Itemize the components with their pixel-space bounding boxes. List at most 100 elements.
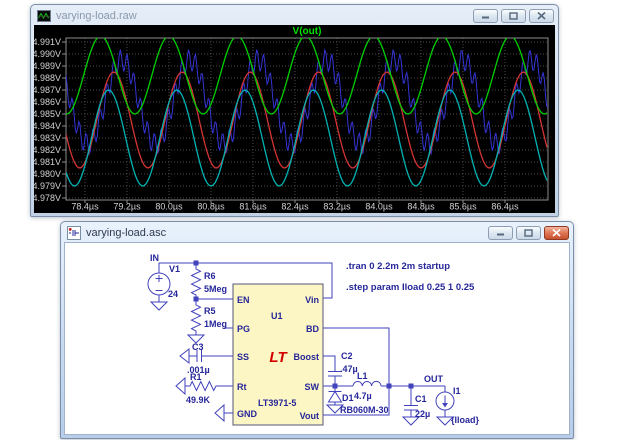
spice-directive-step[interactable]: .step param Iload 0.25 1 0.25 — [346, 282, 475, 293]
r1-value: 49.9K — [186, 395, 211, 405]
pin-pg: PG — [237, 324, 250, 334]
svg-text:79.2µs: 79.2µs — [113, 202, 141, 212]
pin-vin: Vin — [305, 295, 319, 305]
u1-part: LT3971-5 — [258, 398, 296, 408]
spice-directive-tran[interactable]: .tran 0 2.2m 2m startup — [346, 261, 450, 272]
d1-value: RB060M-30 — [340, 405, 389, 415]
component-r6[interactable]: R6 5Meg — [192, 263, 228, 299]
svg-text:4.990V: 4.990V — [34, 49, 61, 59]
pin-sw: SW — [305, 382, 320, 392]
svg-text:4.978V: 4.978V — [34, 193, 61, 203]
waveform-plot[interactable]: V(out) 78.4µs 79.2µs 80.0µs 80.8µs 81.6µs 82.… — [34, 25, 555, 212]
svg-text:78.4µs: 78.4µs — [71, 202, 99, 212]
svg-text:4.983V: 4.983V — [34, 133, 61, 143]
c2-ref: C2 — [341, 351, 353, 361]
schematic[interactable]: IN V1 24 R6 5Meg R5 1Meg — [64, 242, 570, 435]
component-u1[interactable]: U1 LT LT3971-5 EN PG SS Rt GND Vin BD Bo… — [233, 284, 323, 425]
pin-vout: Vout — [300, 411, 319, 421]
window-schematic-editor[interactable]: varying-load.asc — [60, 221, 574, 439]
minimize-button[interactable] — [488, 226, 513, 240]
svg-text:4.986V: 4.986V — [34, 97, 61, 107]
component-v1[interactable]: IN V1 24 — [148, 253, 180, 310]
schematic-document-icon[interactable] — [67, 226, 81, 240]
maximize-icon — [524, 229, 533, 237]
l1-value: 4.7µ — [354, 391, 372, 401]
svg-text:4.980V: 4.980V — [34, 169, 61, 179]
minimize-icon — [481, 12, 490, 19]
minimize-icon — [496, 229, 505, 236]
svg-text:86.4µs: 86.4µs — [491, 202, 519, 212]
component-r1[interactable]: R1 49.9K — [176, 372, 233, 405]
close-button[interactable] — [544, 226, 569, 240]
svg-text:4.988V: 4.988V — [34, 73, 61, 83]
svg-text:4.987V: 4.987V — [34, 85, 61, 95]
svg-text:85.6µs: 85.6µs — [449, 202, 477, 212]
r1-ref: R1 — [190, 372, 202, 382]
trace-v-out--iload=0.75 — [66, 72, 547, 168]
schematic-canvas[interactable]: IN V1 24 R6 5Meg R5 1Meg — [64, 242, 570, 435]
component-c1[interactable]: C1 22µ — [403, 386, 430, 425]
axis-labels: 78.4µs 79.2µs 80.0µs 80.8µs 81.6µs 82.4µs 83.2… — [34, 37, 519, 212]
c1-ref: C1 — [415, 394, 427, 404]
r6-ref: R6 — [204, 271, 216, 281]
maximize-button[interactable] — [516, 226, 541, 240]
component-l1[interactable]: L1 4.7µ — [353, 371, 381, 401]
r5-ref: R5 — [204, 306, 216, 316]
lt-logo: LT — [269, 349, 288, 366]
svg-text:84.0µs: 84.0µs — [365, 202, 393, 212]
component-r5[interactable]: R5 1Meg — [188, 299, 227, 343]
waveform-traces — [66, 36, 548, 186]
schematic-titlebar[interactable]: varying-load.asc — [61, 222, 573, 242]
svg-text:84.8µs: 84.8µs — [407, 202, 435, 212]
maximize-icon — [509, 12, 518, 20]
svg-text:82.4µs: 82.4µs — [281, 202, 309, 212]
waveform-titlebar[interactable]: varying-load.raw — [31, 5, 558, 25]
window-title: varying-load.asc — [86, 227, 482, 239]
pin-rt: Rt — [237, 382, 247, 392]
desktop: { "plot_window": { "title": "varying-loa… — [0, 0, 630, 440]
i1-ref: I1 — [453, 386, 461, 396]
d1-ref: D1 — [342, 393, 354, 403]
window-title: varying-load.raw — [56, 10, 467, 22]
component-c3[interactable]: C3 .001µ — [180, 342, 233, 375]
svg-text:4.981V: 4.981V — [34, 157, 61, 167]
u1-ref: U1 — [271, 311, 283, 321]
r5-value: 1Meg — [204, 319, 227, 329]
r6-value: 5Meg — [204, 284, 227, 294]
minimize-button[interactable] — [473, 9, 498, 23]
svg-text:80.0µs: 80.0µs — [155, 202, 183, 212]
svg-text:4.984V: 4.984V — [34, 121, 61, 131]
pin-boost: Boost — [294, 352, 320, 362]
maximize-button[interactable] — [501, 9, 526, 23]
svg-text:4.982V: 4.982V — [34, 145, 61, 155]
v1-value: 24 — [168, 289, 178, 299]
svg-text:4.991V: 4.991V — [34, 37, 61, 47]
svg-text:81.6µs: 81.6µs — [239, 202, 267, 212]
svg-text:80.8µs: 80.8µs — [197, 202, 225, 212]
component-i1[interactable]: I1 {Iload} — [436, 386, 480, 425]
waveform-document-icon[interactable] — [37, 9, 51, 23]
svg-text:4.989V: 4.989V — [34, 61, 61, 71]
pin-en: EN — [237, 295, 250, 305]
pin-ss: SS — [237, 352, 249, 362]
trace-name-label[interactable]: V(out) — [293, 26, 322, 37]
pin-gnd: GND — [237, 409, 258, 419]
v1-ref: V1 — [169, 264, 180, 274]
c2-value: .47µ — [340, 364, 358, 374]
c1-value: 22µ — [415, 409, 430, 419]
pin-bd: BD — [306, 324, 319, 334]
svg-text:4.979V: 4.979V — [34, 181, 61, 191]
svg-text:83.2µs: 83.2µs — [323, 202, 351, 212]
plot-pane[interactable]: V(out) 78.4µs 79.2µs 80.0µs 80.8µs 81.6µs 82.… — [34, 25, 555, 213]
c3-ref: C3 — [192, 342, 204, 352]
l1-ref: L1 — [357, 371, 368, 381]
svg-text:4.985V: 4.985V — [34, 109, 61, 119]
i1-value: {Iload} — [451, 415, 480, 425]
close-button[interactable] — [529, 9, 554, 23]
close-icon — [537, 12, 546, 20]
net-label-out: OUT — [424, 374, 444, 384]
net-label-in: IN — [150, 253, 159, 263]
window-waveform-viewer[interactable]: varying-load.raw V(out) 78.4µs 79.2µs 80.0… — [30, 4, 559, 217]
gnd-pin-ground — [215, 405, 233, 421]
component-c2[interactable]: C2 .47µ — [323, 351, 358, 386]
